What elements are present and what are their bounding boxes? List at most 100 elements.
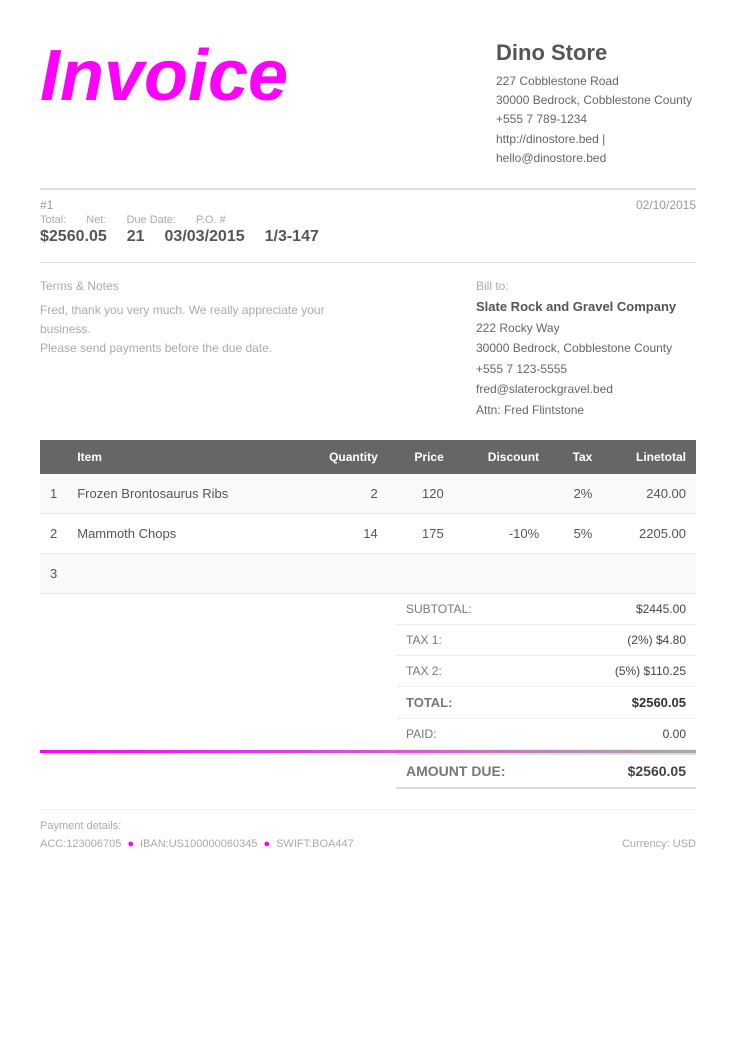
po-label: P.O. # bbox=[196, 214, 226, 226]
tax2-row: TAX 2: (5%) $110.25 bbox=[396, 656, 696, 687]
tax1-label: TAX 1: bbox=[406, 633, 442, 647]
row3-num: 3 bbox=[40, 553, 67, 593]
paid-value: 0.00 bbox=[663, 727, 686, 741]
meta-row-top: #1 02/10/2015 bbox=[40, 198, 696, 212]
footer-iban: IBAN:US100000060345 bbox=[140, 838, 257, 850]
subtotal-row: SUBTOTAL: $2445.00 bbox=[396, 594, 696, 625]
footer-acc: ACC:123006705 bbox=[40, 838, 121, 850]
amount-due-section: AMOUNT DUE: $2560.05 bbox=[40, 753, 696, 789]
tax1-row: TAX 1: (2%) $4.80 bbox=[396, 625, 696, 656]
row3-discount bbox=[454, 553, 549, 593]
bill-email: fred@slaterockgravel.bed bbox=[476, 379, 696, 399]
company-details: 227 Cobblestone Road 30000 Bedrock, Cobb… bbox=[496, 72, 696, 168]
col-header-item: Item bbox=[67, 440, 296, 474]
table-row: 1 Frozen Brontosaurus Ribs 2 120 2% 240.… bbox=[40, 474, 696, 514]
invoice-page: Invoice Dino Store 227 Cobblestone Road … bbox=[0, 0, 736, 1039]
meta-labels: Total: Net: Due Date: P.O. # bbox=[40, 214, 696, 226]
meta-values: $2560.05 21 03/03/2015 1/3-147 bbox=[40, 228, 696, 246]
due-date-label: Due Date: bbox=[126, 214, 176, 226]
invoice-number: #1 bbox=[40, 198, 53, 212]
amount-due-row: AMOUNT DUE: $2560.05 bbox=[396, 753, 696, 789]
company-info: Dino Store 227 Cobblestone Road 30000 Be… bbox=[496, 40, 696, 168]
col-header-quantity: Quantity bbox=[296, 440, 388, 474]
col-header-num bbox=[40, 440, 67, 474]
row1-price: 120 bbox=[388, 474, 454, 514]
tax1-value: (2%) $4.80 bbox=[627, 633, 686, 647]
header-section: Invoice Dino Store 227 Cobblestone Road … bbox=[40, 40, 696, 168]
footer-currency: Currency: USD bbox=[622, 838, 696, 850]
bill-phone: +555 7 123-5555 bbox=[476, 359, 696, 379]
payment-label: Payment details: bbox=[40, 820, 696, 832]
total-label: TOTAL: bbox=[406, 695, 452, 710]
meta-section: #1 02/10/2015 Total: Net: Due Date: P.O.… bbox=[40, 188, 696, 246]
terms-text: Fred, thank you very much. We really app… bbox=[40, 301, 340, 359]
row1-linetotal: 240.00 bbox=[602, 474, 696, 514]
row2-item: Mammoth Chops bbox=[67, 513, 296, 553]
invoice-title: Invoice bbox=[40, 40, 288, 112]
bill-company: Slate Rock and Gravel Company bbox=[476, 299, 696, 314]
row2-price: 175 bbox=[388, 513, 454, 553]
col-header-tax: Tax bbox=[549, 440, 602, 474]
bill-address1: 222 Rocky Way bbox=[476, 318, 696, 338]
amount-due-value: $2560.05 bbox=[628, 763, 686, 779]
col-header-price: Price bbox=[388, 440, 454, 474]
subtotal-label: SUBTOTAL: bbox=[406, 602, 472, 616]
total-row: TOTAL: $2560.05 bbox=[396, 687, 696, 719]
due-date-value: 03/03/2015 bbox=[165, 228, 245, 246]
totals-table: SUBTOTAL: $2445.00 TAX 1: (2%) $4.80 TAX… bbox=[396, 594, 696, 750]
paid-label: PAID: bbox=[406, 727, 436, 741]
total-value: $2560.05 bbox=[40, 228, 107, 246]
row1-quantity: 2 bbox=[296, 474, 388, 514]
divider-1 bbox=[40, 262, 696, 263]
bill-attn: Attn: Fred Flintstone bbox=[476, 400, 696, 420]
row1-tax: 2% bbox=[549, 474, 602, 514]
bill-section: Bill to: Slate Rock and Gravel Company 2… bbox=[476, 279, 696, 420]
tax2-value: (5%) $110.25 bbox=[615, 664, 686, 678]
row2-tax: 5% bbox=[549, 513, 602, 553]
total-value: $2560.05 bbox=[632, 695, 686, 710]
paid-row: PAID: 0.00 bbox=[396, 719, 696, 750]
row3-tax bbox=[549, 553, 602, 593]
row3-price bbox=[388, 553, 454, 593]
dot-2: ● bbox=[263, 838, 270, 850]
row3-item bbox=[67, 553, 296, 593]
dot-1: ● bbox=[127, 838, 134, 850]
col-header-discount: Discount bbox=[454, 440, 549, 474]
items-table: Item Quantity Price Discount Tax Linetot… bbox=[40, 440, 696, 594]
mid-section: Terms & Notes Fred, thank you very much.… bbox=[40, 279, 696, 420]
total-label: Total: bbox=[40, 214, 66, 226]
footer-details: ACC:123006705 ● IBAN:US100000060345 ● SW… bbox=[40, 838, 696, 850]
tax2-label: TAX 2: bbox=[406, 664, 442, 678]
row2-num: 2 bbox=[40, 513, 67, 553]
row2-linetotal: 2205.00 bbox=[602, 513, 696, 553]
bill-address2: 30000 Bedrock, Cobblestone County bbox=[476, 338, 696, 358]
po-value: 1/3-147 bbox=[265, 228, 319, 246]
col-header-linetotal: Linetotal bbox=[602, 440, 696, 474]
amount-due-table: AMOUNT DUE: $2560.05 bbox=[396, 753, 696, 789]
footer-swift: SWIFT:BOA447 bbox=[276, 838, 354, 850]
row1-discount bbox=[454, 474, 549, 514]
row1-item: Frozen Brontosaurus Ribs bbox=[67, 474, 296, 514]
table-row: 3 bbox=[40, 553, 696, 593]
totals-section: SUBTOTAL: $2445.00 TAX 1: (2%) $4.80 TAX… bbox=[40, 594, 696, 750]
row3-quantity bbox=[296, 553, 388, 593]
footer-section: Payment details: ACC:123006705 ● IBAN:US… bbox=[40, 809, 696, 850]
row1-num: 1 bbox=[40, 474, 67, 514]
company-email: hello@dinostore.bed bbox=[496, 149, 696, 168]
table-header-row: Item Quantity Price Discount Tax Linetot… bbox=[40, 440, 696, 474]
subtotal-value: $2445.00 bbox=[636, 602, 686, 616]
row2-discount: -10% bbox=[454, 513, 549, 553]
terms-section: Terms & Notes Fred, thank you very much.… bbox=[40, 279, 340, 420]
table-row: 2 Mammoth Chops 14 175 -10% 5% 2205.00 bbox=[40, 513, 696, 553]
bill-details: 222 Rocky Way 30000 Bedrock, Cobblestone… bbox=[476, 318, 696, 420]
row3-linetotal bbox=[602, 553, 696, 593]
net-label: Net: bbox=[86, 214, 106, 226]
invoice-date: 02/10/2015 bbox=[636, 198, 696, 212]
bill-to-label: Bill to: bbox=[476, 279, 696, 293]
net-value: 21 bbox=[127, 228, 145, 246]
amount-due-label: AMOUNT DUE: bbox=[406, 763, 506, 779]
company-phone: +555 7 789-1234 bbox=[496, 110, 696, 129]
terms-title: Terms & Notes bbox=[40, 279, 340, 293]
row2-quantity: 14 bbox=[296, 513, 388, 553]
company-name: Dino Store bbox=[496, 40, 696, 66]
